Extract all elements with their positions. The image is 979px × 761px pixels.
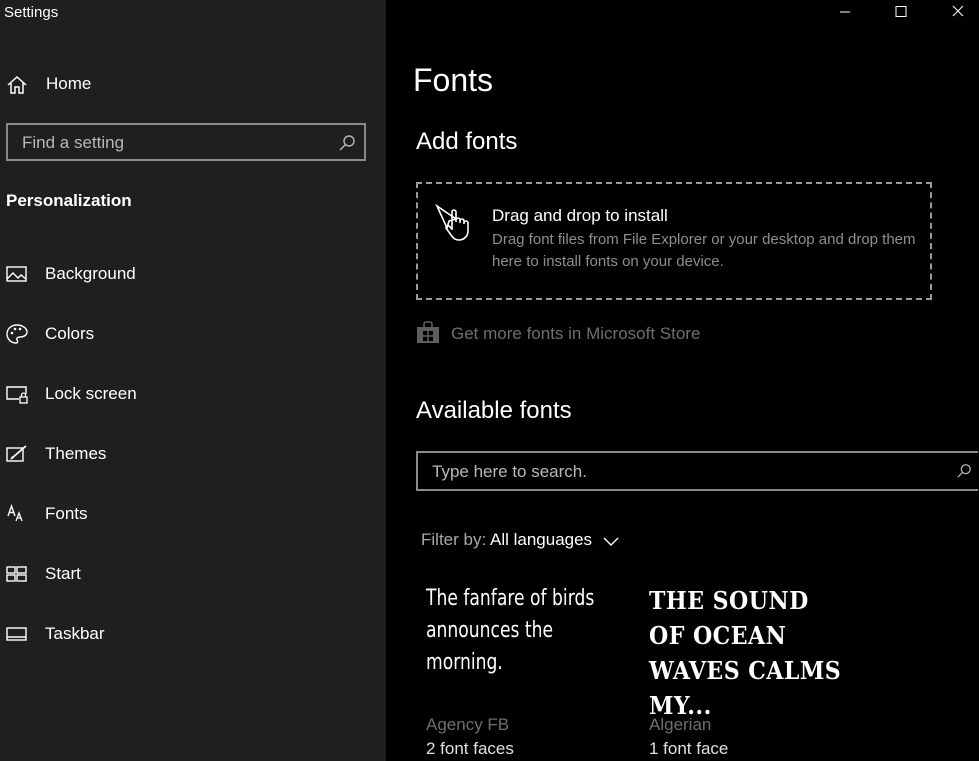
font-preview-text: THE SOUND OF OCEAN WAVES CALMS MY...: [649, 586, 842, 720]
sidebar-item-label: Start: [45, 564, 81, 583]
fonts-icon: [7, 503, 23, 522]
sidebar-item-label: Lock screen: [45, 384, 137, 403]
nav-home[interactable]: Home: [0, 64, 386, 104]
close-icon: [952, 5, 964, 17]
picture-icon: [6, 266, 27, 282]
sidebar-item-lock-screen[interactable]: Lock screen: [0, 374, 386, 414]
font-card-agency-fb[interactable]: The fanfare of birds announces the morni…: [426, 583, 636, 758]
sidebar-item-label: Colors: [45, 324, 95, 343]
filter-value: All languages: [489, 530, 593, 549]
home-icon: [7, 75, 27, 94]
section-title: Personalization: [6, 191, 132, 210]
add-fonts-heading: Add fonts: [416, 128, 518, 155]
drop-zone-description: Drag font files from File Explorer or yo…: [492, 231, 916, 270]
sidebar: Settings Home Find a setting Personaliza…: [0, 0, 386, 761]
sidebar-item-label: Taskbar: [45, 624, 105, 643]
font-face-count: 1 font face: [649, 739, 729, 758]
setting-search-input[interactable]: Find a setting: [6, 123, 366, 161]
search-icon[interactable]: [956, 463, 972, 479]
drag-hand-icon: [435, 203, 469, 241]
maximize-icon: [895, 6, 907, 17]
search-icon[interactable]: [338, 134, 356, 152]
filter-label: Filter by:: [421, 530, 487, 549]
lock-screen-icon: [6, 386, 28, 404]
sidebar-item-label: Themes: [45, 444, 107, 463]
start-icon: [6, 566, 27, 582]
setting-search-placeholder: Find a setting: [22, 133, 125, 152]
font-name: Agency FB: [426, 715, 510, 734]
sidebar-item-label: Background: [45, 264, 136, 283]
available-fonts-heading: Available fonts: [416, 397, 572, 424]
sidebar-item-fonts[interactable]: Fonts: [0, 494, 386, 534]
font-preview-text: The fanfare of birds announces the morni…: [426, 586, 595, 675]
font-search-input[interactable]: Type here to search.: [416, 451, 978, 491]
font-search-placeholder: Type here to search.: [432, 462, 587, 481]
store-link-label: Get more fonts in Microsoft Store: [451, 324, 701, 343]
themes-icon: [6, 445, 27, 462]
font-drop-zone[interactable]: Drag and drop to install Drag font files…: [416, 182, 932, 300]
page-title: Fonts: [413, 62, 494, 98]
sidebar-item-start[interactable]: Start: [0, 554, 386, 594]
app-title: Settings: [4, 4, 59, 21]
sidebar-item-taskbar[interactable]: Taskbar: [0, 614, 386, 654]
sidebar-item-themes[interactable]: Themes: [0, 434, 386, 474]
font-face-count: 2 font faces: [426, 739, 514, 758]
sidebar-item-label: Fonts: [45, 504, 88, 523]
nav-home-label: Home: [46, 74, 92, 93]
chevron-down-icon: [603, 537, 619, 546]
language-filter[interactable]: Filter by: All languages: [421, 530, 619, 550]
sidebar-item-colors[interactable]: Colors: [0, 314, 386, 354]
font-name: Algerian: [649, 715, 712, 734]
drop-zone-title: Drag and drop to install: [492, 206, 668, 225]
palette-icon: [6, 324, 28, 344]
taskbar-icon: [6, 627, 27, 641]
minimize-icon: [840, 11, 850, 13]
close-button[interactable]: [933, 0, 979, 26]
font-card-algerian[interactable]: THE SOUND OF OCEAN WAVES CALMS MY... Alg…: [649, 583, 859, 758]
maximize-button[interactable]: [878, 0, 924, 26]
sidebar-item-background[interactable]: Background: [0, 254, 386, 294]
minimize-button[interactable]: [822, 0, 868, 26]
store-bag-icon: [417, 321, 439, 343]
